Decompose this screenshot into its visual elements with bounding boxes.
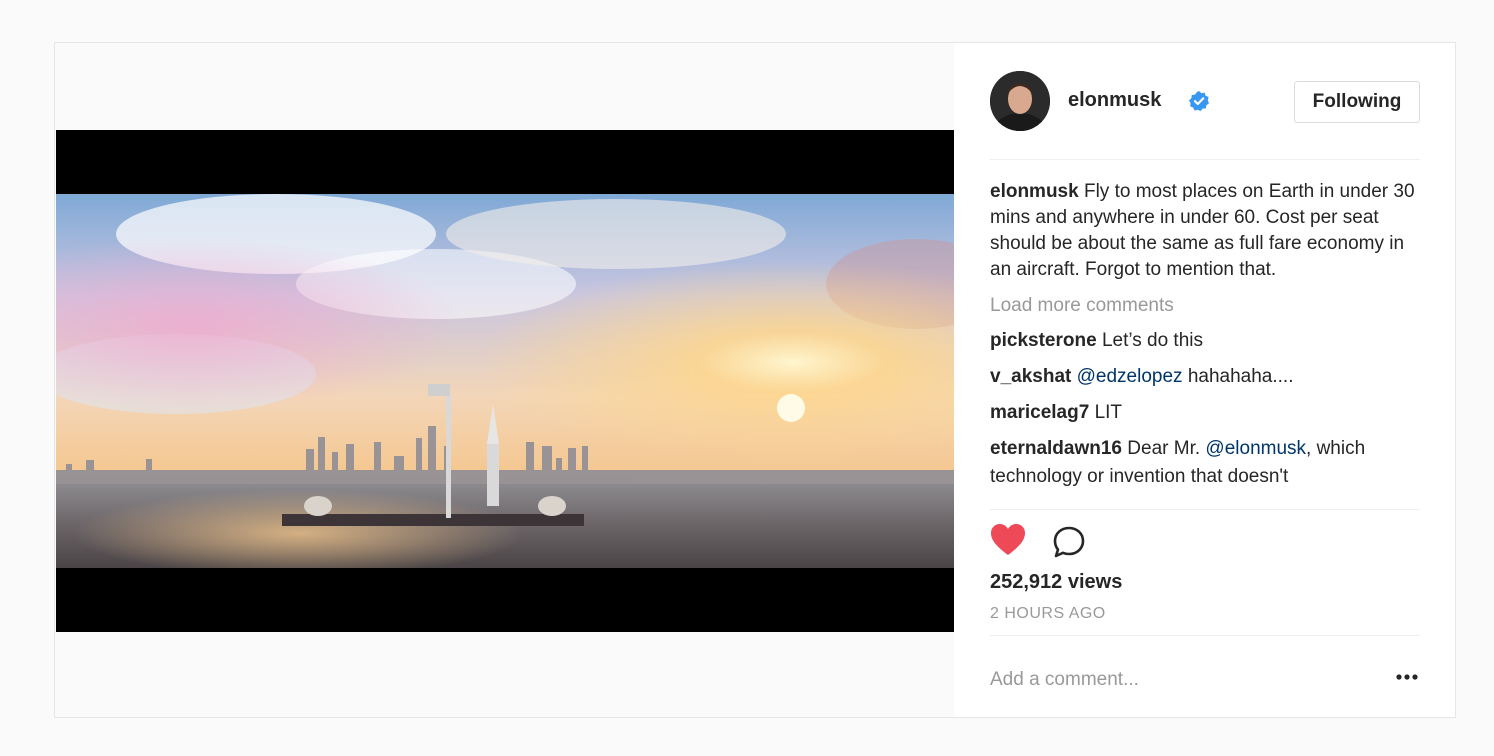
action-bar [990, 523, 1420, 563]
caption-username[interactable]: elonmusk [990, 181, 1079, 202]
post-card: elonmusk Following elonmusk Fly to most … [54, 42, 1456, 718]
comment-username[interactable]: v_akshat [990, 366, 1071, 387]
comments-divider [990, 509, 1420, 510]
comment-username[interactable]: picksterone [990, 330, 1097, 351]
heart-icon[interactable] [990, 523, 1026, 557]
comment-bubble-icon[interactable] [1052, 525, 1086, 559]
post-timestamp[interactable]: 2 HOURS AGO [990, 605, 1106, 623]
comment-text-prefix: Dear Mr. [1127, 438, 1201, 459]
video-frame [56, 194, 954, 568]
view-count[interactable]: 252,912 views [990, 571, 1122, 594]
video-player[interactable] [56, 130, 954, 632]
comment-text: LIT [1094, 402, 1123, 423]
post-sidebar: elonmusk Following elonmusk Fly to most … [954, 43, 1455, 717]
verified-badge-icon [1189, 91, 1209, 111]
load-more-comments-link[interactable]: Load more comments [990, 293, 1430, 319]
media-column [55, 43, 954, 717]
comment-item: maricelag7 LIT [990, 399, 1430, 427]
caption: elonmusk Fly to most places on Earth in … [990, 179, 1420, 283]
comment-text: Let’s do this [1101, 330, 1203, 351]
comment-item: v_akshat @edzelopez hahahaha.... [990, 363, 1430, 391]
author-username[interactable]: elonmusk [1068, 89, 1161, 112]
post-header: elonmusk Following [990, 71, 1420, 131]
comment-item: eternaldawn16 Dear Mr. @elonmusk, which … [990, 435, 1420, 491]
header-divider [990, 159, 1420, 160]
comment-text: hahahaha.... [1187, 366, 1294, 387]
comment-item: picksterone Let’s do this [990, 327, 1430, 355]
more-options-icon[interactable] [1394, 667, 1420, 687]
footer-divider [990, 635, 1420, 636]
comment-mention-link[interactable]: @elonmusk [1205, 438, 1306, 459]
comments-section[interactable]: elonmusk Fly to most places on Earth in … [990, 179, 1430, 509]
avatar-image [990, 71, 1050, 131]
following-button[interactable]: Following [1294, 81, 1420, 123]
comment-mention-link[interactable]: @edzelopez [1077, 366, 1183, 387]
avatar[interactable] [990, 71, 1050, 131]
add-comment-input[interactable] [990, 663, 1350, 697]
comment-username[interactable]: eternaldawn16 [990, 438, 1122, 459]
comment-username[interactable]: maricelag7 [990, 402, 1089, 423]
